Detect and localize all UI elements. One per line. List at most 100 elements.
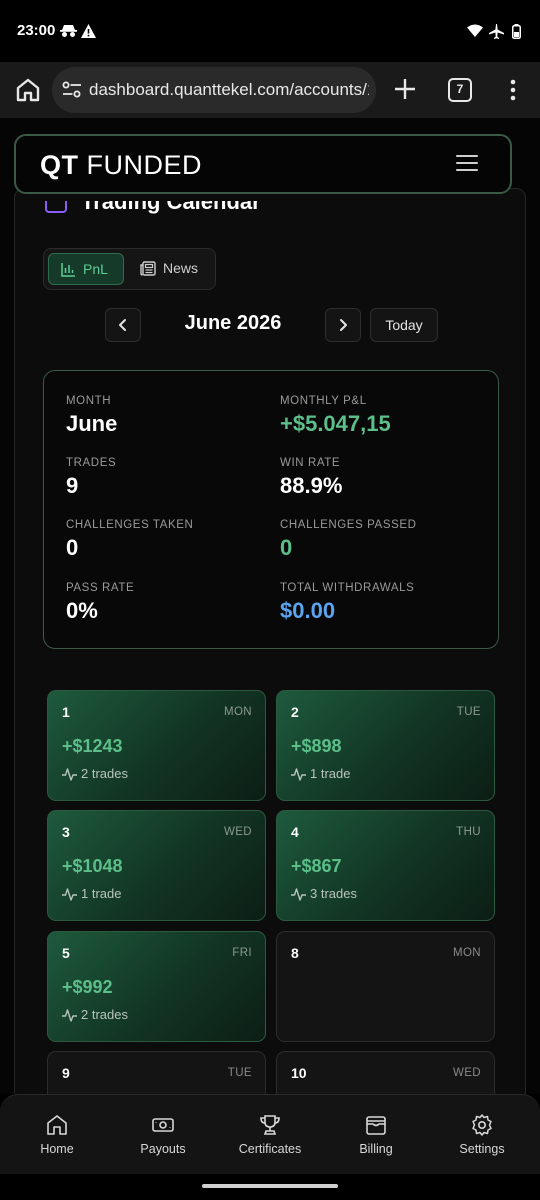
wallet-icon [366,1116,386,1135]
status-bar: 23:00 [0,0,540,62]
nav-payouts-label: Payouts [140,1142,186,1156]
day-pnl: +$1048 [62,856,123,876]
logo-light: FUNDED [78,150,202,180]
activity-icon [62,1009,77,1022]
calendar-title: Trading Calendar [81,201,261,214]
day-weekday: WED [452,1067,481,1079]
stat-trades: Trades 9 [66,457,116,499]
stat-pass-rate-label: Pass Rate [66,582,135,594]
calendar-icon [45,201,67,213]
stat-win-rate-value: 88.9% [280,473,343,498]
calendar-card: Trading Calendar PnL News June 2026 Toda… [14,188,526,1094]
stat-challenges-taken-value: 0 [66,535,79,560]
new-tab-icon[interactable] [392,76,418,102]
next-month-button[interactable] [325,308,361,342]
day-cell[interactable]: 10 WED [276,1051,495,1094]
tab-pnl-label: PnL [83,261,108,277]
nav-billing-label: Billing [359,1142,393,1156]
day-trades: 2 trades [62,1007,128,1022]
stat-trades-label: Trades [66,457,117,469]
stat-challenges-passed: Challenges Passed 0 [280,519,417,561]
day-number: 2 [291,704,299,720]
nav-settings[interactable]: Settings [437,1113,527,1156]
view-toggle: PnL News [43,248,216,290]
day-cell[interactable]: 1 MON +$1243 2 trades [47,690,266,801]
activity-icon [62,768,77,781]
stat-total-withdrawals-value: $0.00 [280,598,336,623]
day-pnl: +$867 [291,856,342,876]
tab-switcher-button[interactable]: 7 [448,78,472,102]
day-cell[interactable]: 8 MON [276,931,495,1042]
day-weekday: MON [223,706,252,718]
day-trades: 2 trades [62,766,128,781]
day-number: 3 [62,824,70,840]
browser-home-icon[interactable] [14,76,42,104]
day-cell[interactable]: 2 TUE +$898 1 trade [276,690,495,801]
nav-home[interactable]: Home [12,1113,102,1156]
day-weekday: TUE [456,706,481,718]
nav-home-label: Home [40,1142,74,1156]
status-time: 23:00 [17,22,56,39]
activity-icon [291,888,306,901]
day-cell[interactable]: 4 THU +$867 3 trades [276,810,495,921]
wifi-icon [467,24,483,37]
day-weekday: MON [452,947,481,959]
day-pnl: +$992 [62,977,113,997]
battery-icon [512,24,521,39]
gesture-handle[interactable] [202,1184,338,1188]
nav-certificates-label: Certificates [238,1142,302,1156]
url-text: dashboard.quanttekel.com/accounts/105 [89,80,369,99]
day-number: 10 [291,1065,307,1081]
page-content: Trading Calendar PnL News June 2026 Toda… [0,118,540,1094]
site-logo[interactable]: QT FUNDED [40,150,202,181]
stat-challenges-taken-label: Challenges Taken [66,519,194,531]
activity-icon [62,888,77,901]
stat-total-withdrawals: Total Withdrawals $0.00 [280,582,414,624]
site-settings-icon[interactable] [62,80,82,100]
newspaper-icon [140,261,156,276]
gesture-area [0,1174,540,1200]
nav-billing[interactable]: Billing [331,1113,421,1156]
day-number: 1 [62,704,70,720]
day-number: 9 [62,1065,70,1081]
cash-icon [152,1118,174,1132]
browser-toolbar: dashboard.quanttekel.com/accounts/105 7 [0,62,540,118]
today-button[interactable]: Today [370,308,438,342]
warning-icon [81,24,96,38]
airplane-mode-icon [489,24,504,39]
day-trades: 1 trade [62,886,121,901]
prev-month-button[interactable] [105,308,141,342]
stat-month-value: June [66,411,118,436]
day-weekday: FRI [232,947,252,959]
day-pnl: +$1243 [62,736,123,756]
day-cell[interactable]: 5 FRI +$992 2 trades [47,931,266,1042]
stat-trades-value: 9 [66,473,79,498]
day-trades-label: 1 trade [81,886,122,901]
stat-month-label: Month [66,395,112,407]
day-number: 8 [291,945,299,961]
nav-certificates[interactable]: Certificates [225,1113,315,1156]
stat-challenges-passed-label: Challenges Passed [280,519,417,531]
day-weekday: WED [223,826,252,838]
trophy-icon [260,1115,280,1135]
day-cell[interactable]: 3 WED +$1048 1 trade [47,810,266,921]
day-trades: 1 trade [291,766,350,781]
day-number: 4 [291,824,299,840]
day-cell[interactable]: 9 TUE [47,1051,266,1094]
day-pnl: +$898 [291,736,342,756]
activity-icon [291,768,306,781]
address-bar[interactable]: dashboard.quanttekel.com/accounts/105 [52,67,376,113]
bar-chart-icon [61,263,75,277]
nav-payouts[interactable]: Payouts [118,1113,208,1156]
tab-news[interactable]: News [136,253,212,285]
stat-pass-rate: Pass Rate 0% [66,582,134,624]
stat-challenges-taken: Challenges Taken 0 [66,519,193,561]
home-icon [47,1115,67,1135]
browser-menu-icon[interactable] [503,78,523,102]
monthly-summary: Month June Monthly P&L +$5.047,15 Trades… [43,370,499,649]
hamburger-menu-icon[interactable] [456,155,478,173]
nav-settings-label: Settings [459,1142,505,1156]
day-weekday: TUE [227,1067,252,1079]
tab-pnl[interactable]: PnL [48,253,124,285]
stat-monthly-pl: Monthly P&L +$5.047,15 [280,395,391,437]
